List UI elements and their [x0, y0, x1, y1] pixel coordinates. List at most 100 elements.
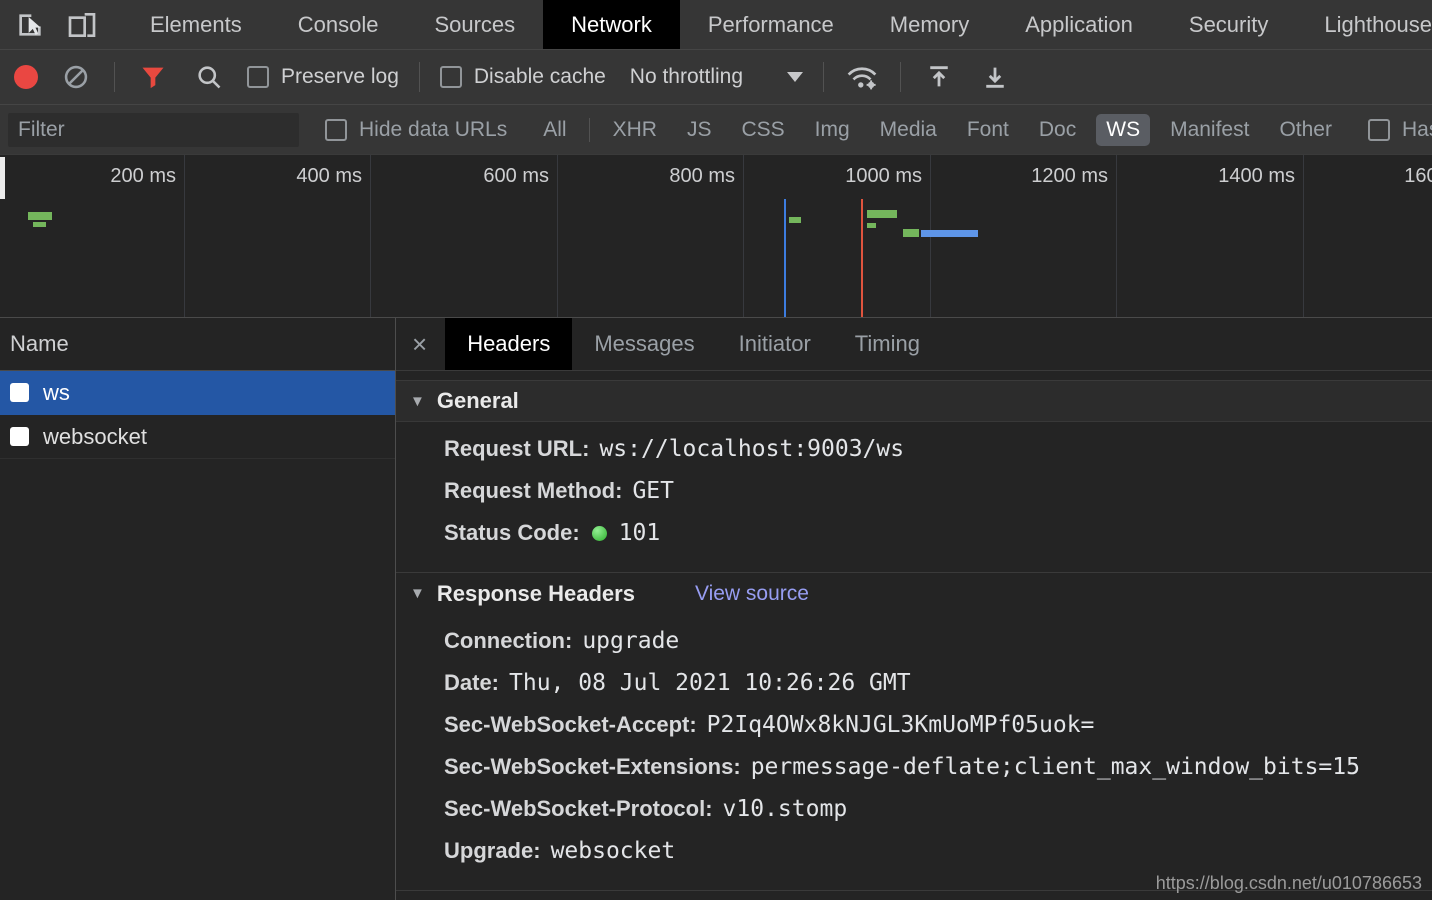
type-filter-pill[interactable]: Doc	[1029, 114, 1086, 146]
detail-tab[interactable]: Initiator	[717, 318, 833, 370]
general-rows: Request URL: ws://localhost:9003/ws Requ…	[396, 422, 1432, 558]
has-filter-checkbox[interactable]	[1368, 119, 1390, 141]
clear-icon[interactable]	[58, 59, 94, 95]
disable-cache-label: Disable cache	[474, 65, 606, 89]
main-tab[interactable]: Lighthouse	[1296, 0, 1432, 49]
request-row[interactable]: websocket	[0, 415, 395, 459]
timeline-tick-label: 200 ms	[110, 165, 176, 188]
network-filterbar: Hide data URLs All XHR JS CSS Img Media Font Do…	[0, 105, 1432, 155]
main-tab[interactable]: Application	[997, 0, 1161, 49]
search-icon[interactable]	[191, 59, 227, 95]
detail-tab[interactable]: Messages	[572, 318, 716, 370]
main-tab[interactable]: Sources	[406, 0, 543, 49]
timeline-tick-label: 1600 ms	[1404, 165, 1432, 188]
waterfall-bar	[921, 230, 978, 237]
preserve-log-toggle[interactable]: Preserve log	[247, 65, 399, 89]
type-filter-pill[interactable]: Other	[1269, 114, 1342, 146]
timeline-tick-label: 1400 ms	[1218, 165, 1295, 188]
main-tabs: ElementsConsoleSourcesNetworkPerformance…	[122, 0, 1432, 49]
type-filter-pill[interactable]: Manifest	[1160, 114, 1259, 146]
type-filter-pill[interactable]: Font	[957, 114, 1019, 146]
watermark: https://blog.csdn.net/u010786653	[1156, 873, 1422, 894]
headers-panel: ▼ General Request URL: ws://localhost:90…	[396, 371, 1432, 900]
requests-panel: Name ws websocket	[0, 318, 396, 900]
throttling-select[interactable]: No throttling	[630, 65, 803, 89]
header-value: upgrade	[582, 628, 679, 654]
disable-cache-toggle[interactable]: Disable cache	[440, 65, 606, 89]
detail-tab[interactable]: Timing	[833, 318, 942, 370]
disclosure-triangle-icon: ▼	[410, 585, 425, 602]
header-row: Request Method: GET	[396, 470, 1432, 512]
disclosure-triangle-icon: ▼	[410, 393, 425, 410]
header-key: Request URL:	[444, 436, 589, 462]
header-value: websocket	[551, 838, 676, 864]
header-key: Upgrade:	[444, 838, 541, 864]
record-button[interactable]	[14, 65, 38, 89]
type-filter-pill[interactable]: All	[533, 114, 576, 146]
device-toolbar-icon[interactable]	[64, 7, 100, 43]
timeline-gridline	[1116, 155, 1117, 317]
filter-icon[interactable]	[135, 59, 171, 95]
timeline-tick-label: 800 ms	[669, 165, 735, 188]
type-filter-pill[interactable]: Img	[805, 114, 860, 146]
waterfall-bar	[33, 222, 46, 227]
throttling-value: No throttling	[630, 65, 743, 89]
timeline-overview[interactable]: 200 ms 400 ms 600 ms 800 ms 1000 ms 1200…	[0, 155, 1432, 318]
request-icon	[10, 383, 29, 402]
header-row: Sec-WebSocket-Accept: P2Iq4OWx8kNJGL3KmU…	[396, 704, 1432, 746]
detail-tab[interactable]: Headers	[445, 318, 572, 370]
waterfall-bar	[867, 210, 897, 218]
main-tab[interactable]: Elements	[122, 0, 270, 49]
response-header-rows: Connection: upgrade Date: Thu, 08 Jul 20…	[396, 614, 1432, 876]
main-tab[interactable]: Console	[270, 0, 407, 49]
preserve-log-label: Preserve log	[281, 65, 399, 89]
name-column-header[interactable]: Name	[0, 318, 395, 371]
type-filter-pill[interactable]: XHR	[603, 114, 667, 146]
network-conditions-icon[interactable]	[844, 59, 880, 95]
upload-icon[interactable]	[921, 59, 957, 95]
hide-data-urls-checkbox[interactable]	[325, 119, 347, 141]
request-details-panel: × HeadersMessagesInitiatorTiming ▼ Gener…	[396, 318, 1432, 900]
has-filter-label: Has	[1402, 118, 1432, 142]
request-name: websocket	[43, 424, 147, 450]
header-row: Connection: upgrade	[396, 620, 1432, 662]
download-icon[interactable]	[977, 59, 1013, 95]
view-source-link[interactable]: View source	[695, 582, 809, 606]
general-section-title: General	[437, 388, 519, 414]
request-row[interactable]: ws	[0, 371, 395, 415]
type-filter-pill[interactable]: Media	[870, 114, 947, 146]
network-split-view: Name ws websocket × HeadersMessagesIniti…	[0, 318, 1432, 900]
timeline-tick-label: 1000 ms	[845, 165, 922, 188]
header-row: Request URL: ws://localhost:9003/ws	[396, 428, 1432, 470]
type-filter-pill[interactable]: JS	[677, 114, 722, 146]
has-filter-toggle[interactable]: Has	[1368, 118, 1432, 142]
header-value: ws://localhost:9003/ws	[599, 436, 904, 462]
close-icon[interactable]: ×	[396, 318, 445, 370]
main-tab[interactable]: Security	[1161, 0, 1296, 49]
main-tab[interactable]: Network	[543, 0, 680, 49]
type-filter-pill[interactable]: WS	[1096, 114, 1150, 146]
header-row: Sec-WebSocket-Extensions: permessage-def…	[396, 746, 1432, 788]
chevron-down-icon	[787, 72, 803, 82]
filter-input[interactable]	[8, 113, 299, 147]
main-tab[interactable]: Memory	[862, 0, 997, 49]
devtools-tabbar: ElementsConsoleSourcesNetworkPerformance…	[0, 0, 1432, 50]
hide-data-urls-toggle[interactable]: Hide data URLs	[325, 118, 507, 142]
header-value: Thu, 08 Jul 2021 10:26:26 GMT	[509, 670, 911, 696]
header-key: Status Code:	[444, 520, 580, 546]
status-dot-icon	[592, 526, 607, 541]
disable-cache-checkbox[interactable]	[440, 66, 462, 88]
response-headers-section-header[interactable]: ▼ Response Headers View source	[396, 572, 1432, 614]
detail-tabs-list: HeadersMessagesInitiatorTiming	[445, 318, 942, 370]
main-tab[interactable]: Performance	[680, 0, 862, 49]
request-name: ws	[43, 380, 70, 406]
type-filter-pill[interactable]: CSS	[731, 114, 794, 146]
inspect-element-icon[interactable]	[12, 7, 48, 43]
waterfall-bar	[0, 157, 5, 199]
toolbar-separator	[114, 62, 115, 92]
preserve-log-checkbox[interactable]	[247, 66, 269, 88]
timeline-gridline	[743, 155, 744, 317]
timeline-gridline	[184, 155, 185, 317]
request-icon	[10, 427, 29, 446]
general-section-header[interactable]: ▼ General	[396, 380, 1432, 422]
